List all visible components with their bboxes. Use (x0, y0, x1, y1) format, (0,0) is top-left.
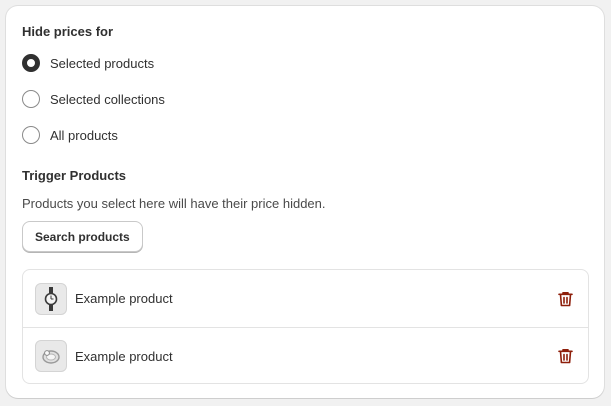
delete-icon[interactable] (556, 290, 574, 308)
radio-button-checked[interactable] (22, 54, 40, 72)
trigger-products-title: Trigger Products (22, 168, 127, 183)
list-item: Example product (23, 270, 588, 327)
search-products-button[interactable]: Search products (22, 221, 143, 252)
radio-button[interactable] (22, 126, 40, 144)
radio-selected-collections[interactable]: Selected collections (22, 89, 165, 109)
radio-button[interactable] (22, 90, 40, 108)
product-name: Example product (75, 348, 173, 364)
watch-icon (44, 286, 58, 311)
radio-label: Selected products (50, 55, 155, 71)
product-name: Example product (75, 291, 173, 306)
radio-label: Selected collections (50, 91, 165, 107)
radio-selected-products[interactable]: Selected products (22, 53, 154, 73)
ring-icon (42, 350, 60, 364)
product-thumbnail (35, 282, 67, 315)
radio-label: All products (50, 127, 118, 143)
delete-icon[interactable] (556, 347, 574, 365)
product-list: Example product Example product (22, 269, 589, 384)
settings-card: Hide prices for Selected products Select… (6, 6, 604, 398)
trigger-products-help-text: Products you select here will have their… (22, 196, 326, 211)
product-thumbnail (35, 340, 67, 372)
radio-all-products[interactable]: All products (22, 125, 118, 145)
hide-prices-title: Hide prices for (22, 24, 114, 39)
list-item: Example product (23, 327, 588, 383)
